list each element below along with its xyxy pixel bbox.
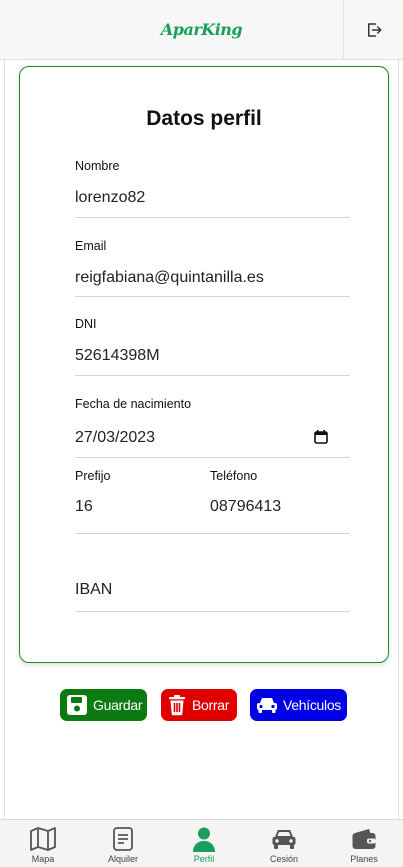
app-header: AparKing — [0, 0, 403, 60]
name-value[interactable]: lorenzo82 — [75, 189, 145, 207]
profile-card: Datos perfil Nombre lorenzo82 Email reig… — [19, 66, 389, 663]
email-underline — [75, 296, 350, 297]
nav-label-alquiler: Alquiler — [107, 854, 138, 864]
calendar-icon[interactable] — [314, 430, 328, 444]
nav-item-perfil[interactable]: Perfil — [174, 820, 234, 867]
phone-value[interactable]: 08796413 — [210, 498, 281, 516]
iban-underline — [75, 611, 350, 612]
birthdate-label: Fecha de nacimiento — [75, 397, 192, 411]
save-label: Guardar — [93, 697, 143, 713]
phone-label: Teléfono — [210, 469, 258, 483]
left-divider — [4, 60, 5, 819]
name-label: Nombre — [75, 159, 120, 173]
birthdate-underline — [75, 457, 350, 458]
nav-label-planes: Planes — [350, 854, 378, 864]
prefix-value[interactable]: 16 — [75, 498, 93, 516]
nav-item-planes[interactable]: Planes — [334, 820, 394, 867]
nav-label-mapa: Mapa — [31, 854, 55, 864]
birthdate-field[interactable]: Fecha de nacimiento 27/03/2023 — [75, 397, 350, 459]
name-underline — [75, 217, 350, 218]
page-title: Datos perfil — [146, 107, 262, 130]
save-button[interactable]: Guardar — [60, 689, 147, 721]
email-field[interactable]: Email reigfabiana@quintanilla.es — [75, 239, 350, 299]
car-nav-icon — [272, 830, 296, 849]
phone-underline — [75, 533, 350, 534]
save-icon — [67, 695, 87, 715]
bottom-nav: Mapa Alquiler Perfil Cesión Planes — [0, 819, 403, 867]
trash-icon — [169, 695, 185, 716]
user-icon — [193, 827, 215, 852]
nav-label-cesion: Cesión — [269, 854, 298, 864]
dni-label: DNI — [75, 317, 97, 331]
wallet-icon — [352, 829, 376, 849]
birthdate-value[interactable]: 27/03/2023 — [75, 429, 155, 447]
phone-field[interactable]: Prefijo 16 Teléfono 08796413 — [75, 469, 350, 535]
iban-field[interactable]: IBAN — [75, 567, 350, 615]
email-value[interactable]: reigfabiana@quintanilla.es — [75, 269, 264, 287]
vehicles-button[interactable]: Vehículos — [250, 689, 347, 721]
email-label: Email — [75, 239, 107, 253]
nav-label-perfil: Perfil — [193, 854, 215, 864]
document-icon — [113, 827, 133, 851]
map-icon — [30, 827, 56, 851]
dni-value[interactable]: 52614398M — [75, 347, 160, 365]
iban-input[interactable]: IBAN — [75, 581, 112, 599]
right-divider — [398, 60, 399, 819]
name-field[interactable]: Nombre lorenzo82 — [75, 159, 350, 219]
delete-label: Borrar — [192, 697, 230, 713]
car-icon — [257, 698, 277, 713]
logout-button[interactable] — [343, 0, 403, 60]
nav-item-cesion[interactable]: Cesión — [254, 820, 314, 867]
vehicles-label: Vehículos — [283, 697, 342, 713]
logout-icon — [367, 23, 381, 37]
prefix-label: Prefijo — [75, 469, 111, 483]
dni-underline — [75, 375, 350, 376]
delete-button[interactable]: Borrar — [161, 689, 237, 721]
nav-item-alquiler[interactable]: Alquiler — [93, 820, 153, 867]
nav-item-mapa[interactable]: Mapa — [13, 820, 73, 867]
dni-field[interactable]: DNI 52614398M — [75, 317, 350, 377]
